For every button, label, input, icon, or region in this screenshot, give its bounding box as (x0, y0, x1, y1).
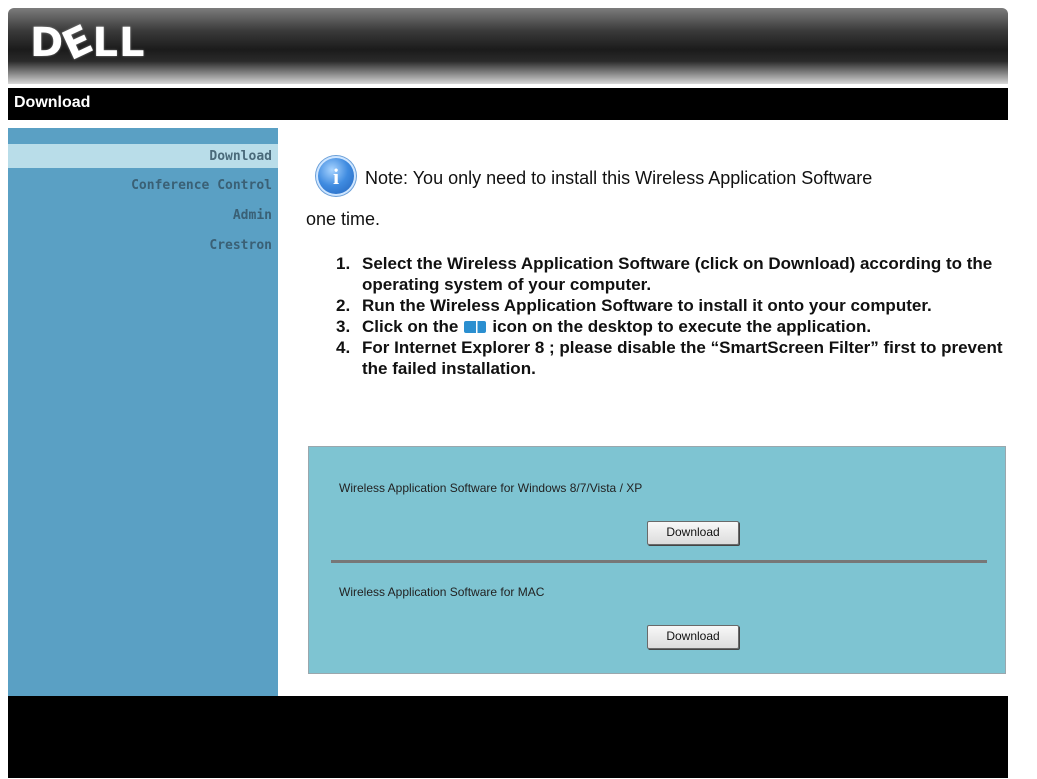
download-windows-button[interactable]: Download (647, 521, 739, 545)
app-window: DELL Download Download Conference Contro… (8, 8, 1008, 778)
title-bar: Download (8, 88, 1008, 120)
software-label-windows: Wireless Application Software for Window… (339, 481, 643, 495)
info-icon: i (316, 156, 356, 196)
wireless-app-desktop-icon (464, 321, 487, 333)
main-content: i Note: You only need to install this Wi… (278, 128, 1008, 696)
instruction-list: 1. Select the Wireless Application Softw… (336, 253, 1008, 379)
footer-bar (8, 696, 1008, 778)
instruction-step: 2. Run the Wireless Application Software… (336, 296, 932, 315)
download-panel: Wireless Application Software for Window… (308, 446, 1006, 674)
sidebar-item-conference-control[interactable]: Conference Control (131, 178, 272, 193)
sidebar-item-admin[interactable]: Admin (233, 208, 272, 223)
software-label-mac: Wireless Application Software for MAC (339, 585, 545, 599)
sidebar-item-download[interactable]: Download (209, 149, 272, 164)
panel-divider (331, 560, 987, 563)
instruction-step: 3. Click on the icon on the desktop to ex… (336, 317, 872, 336)
header-bar: DELL (8, 8, 1008, 84)
dell-logo: DELL (30, 16, 146, 70)
page-title: Download (14, 94, 91, 111)
instruction-step: 4. For Internet Explorer 8 ; please disa… (336, 338, 1003, 378)
note-text: Note: You only need to install this Wire… (365, 168, 873, 188)
note-text-continued: one time. (306, 209, 381, 229)
sidebar-item-crestron[interactable]: Crestron (209, 238, 272, 253)
download-mac-button[interactable]: Download (647, 625, 739, 649)
sidebar: Download Conference Control Admin Crestr… (8, 128, 278, 696)
instruction-step: 1. Select the Wireless Application Softw… (336, 254, 993, 294)
